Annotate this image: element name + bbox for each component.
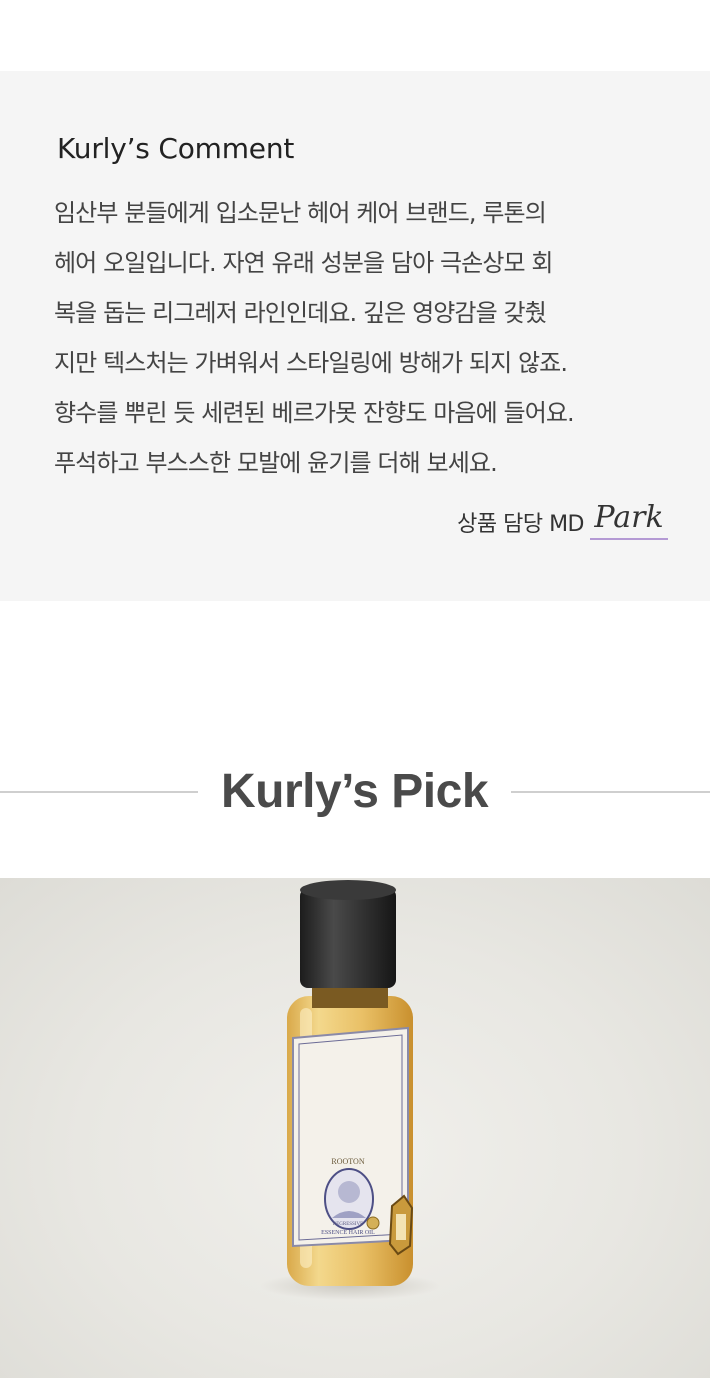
pick-title: Kurly’s Pick (220, 765, 489, 818)
comment-line: 푸석하고 부스스한 모발에 윤기를 더해 보세요. (54, 449, 498, 477)
label-line-1: REGRESSIVE (333, 1222, 363, 1227)
comment-line: 향수를 뿌린 듯 세련된 베르가못 잔향도 마음에 들어요. (54, 399, 575, 427)
md-signature: 상품 담당 MD Park (457, 500, 668, 540)
comment-line: 지만 텍스처는 가벼워서 스타일링에 방해가 되지 않죠. (54, 349, 568, 377)
comment-line: 헤어 오일입니다. 자연 유래 성분을 담아 극손상모 회 (54, 249, 554, 277)
comment-title: Kurly’s Comment (57, 132, 295, 165)
hair-oil-bottle-illustration: ROOTON REGRESSIVE ESSENCE HAIR OIL (260, 880, 440, 1300)
comment-body: 임산부 분들에게 입소문난 헤어 케어 브랜드, 루톤의 헤어 오일입니다. 자… (54, 188, 680, 488)
comment-line: 복을 돕는 리그레저 라인인데요. 깊은 영양감을 갖췄 (54, 299, 547, 327)
kurlys-pick-header: Kurly’s Pick (0, 760, 710, 824)
product-image: ROOTON REGRESSIVE ESSENCE HAIR OIL (0, 878, 710, 1378)
divider-right (511, 791, 710, 793)
signature-name: Park (590, 500, 668, 540)
signature-label: 상품 담당 MD (457, 512, 584, 537)
brand-text: ROOTON (331, 1157, 364, 1166)
comment-line: 임산부 분들에게 입소문난 헤어 케어 브랜드, 루톤의 (54, 199, 547, 227)
divider-left (0, 791, 198, 793)
label-line-2: ESSENCE HAIR OIL (321, 1230, 375, 1236)
